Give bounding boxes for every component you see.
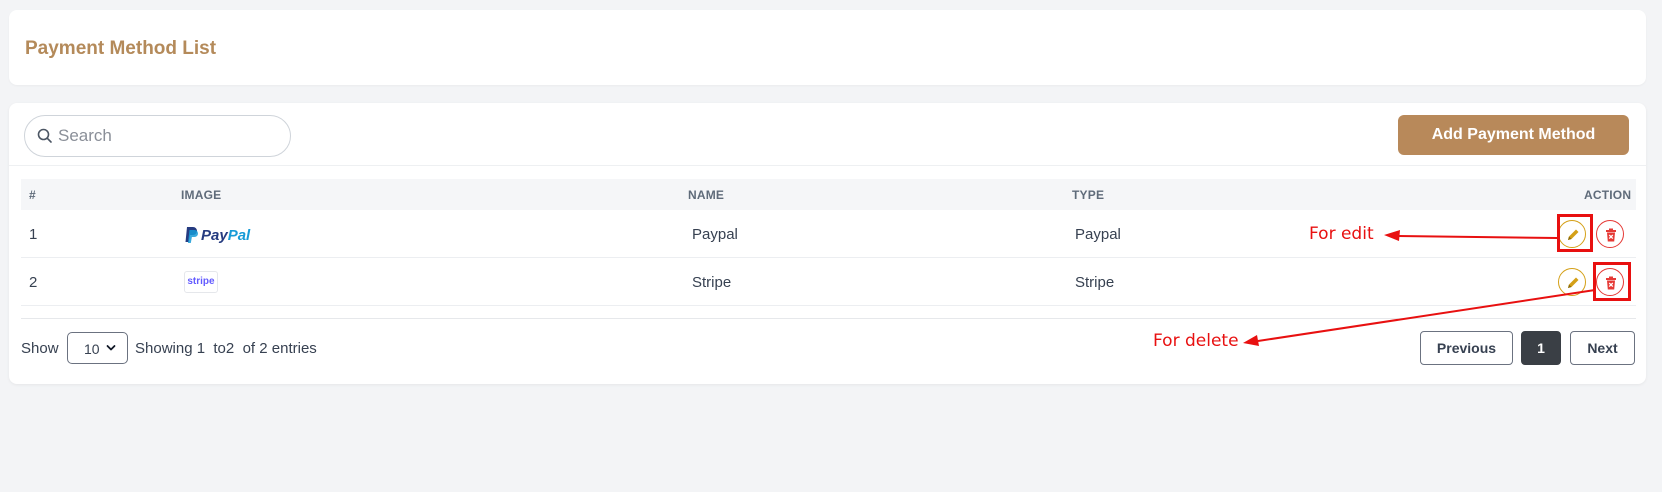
edit-arrow-head bbox=[1384, 230, 1400, 241]
delete-arrow-head bbox=[1243, 335, 1259, 346]
edit-arrow-line bbox=[1397, 235, 1558, 239]
annotation-arrows bbox=[1243, 230, 1596, 346]
delete-arrow-line bbox=[1257, 289, 1596, 342]
